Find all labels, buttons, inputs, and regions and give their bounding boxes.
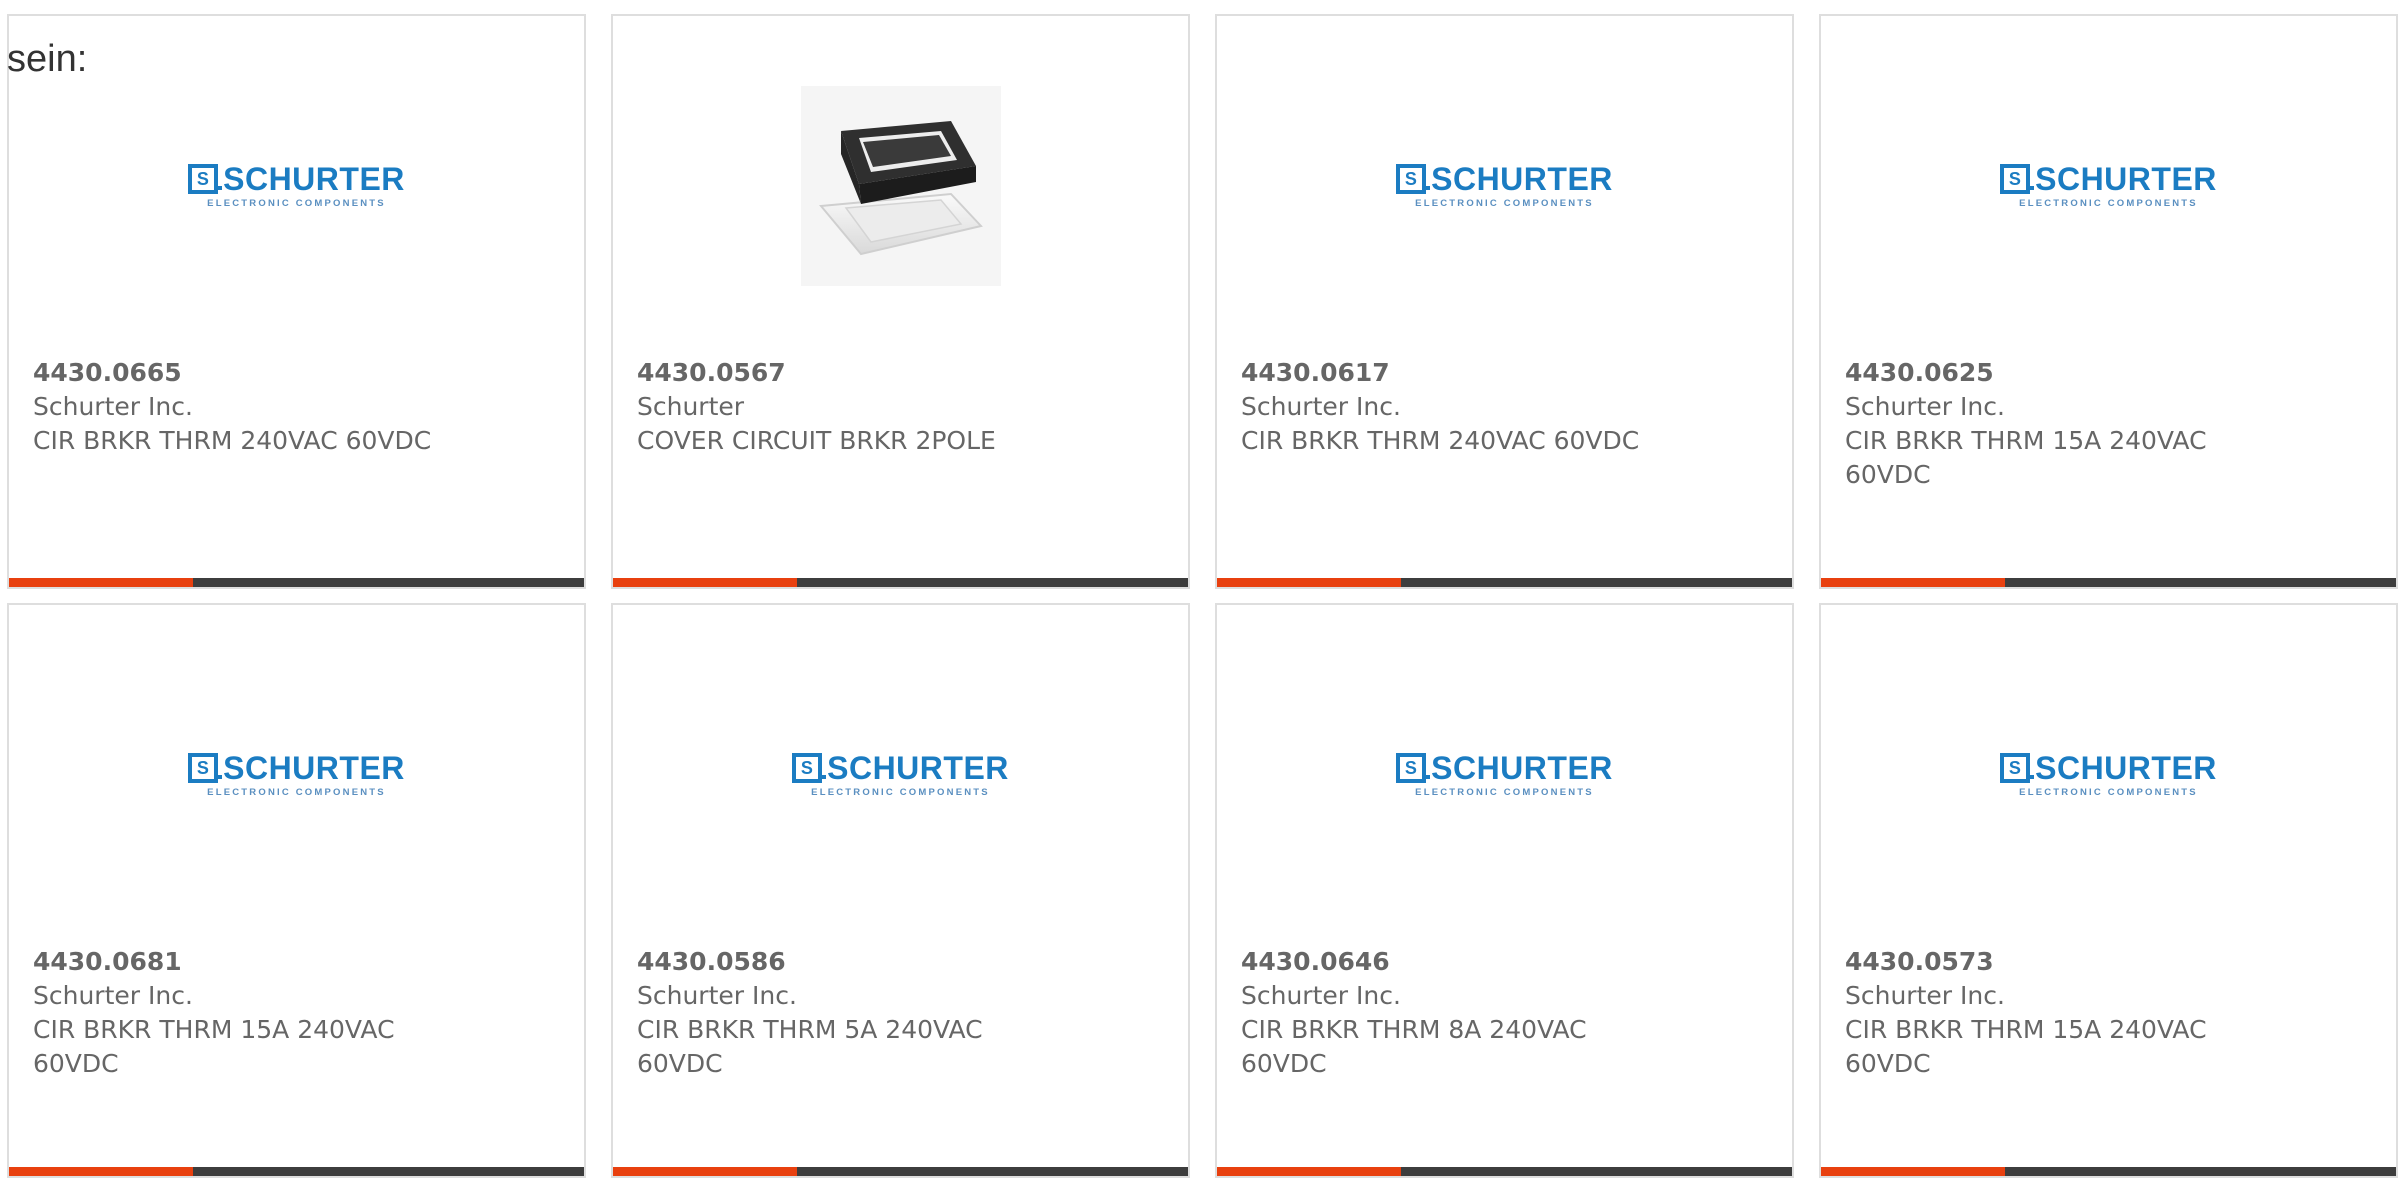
card-progress-bar [613, 578, 1188, 587]
card-progress-fill [613, 578, 797, 587]
card-progress-fill [1217, 578, 1401, 587]
schurter-mark-icon: S [1396, 164, 1431, 194]
product-description: CIR BRKR THRM 15A 240VAC 60VDC [1845, 1015, 2207, 1078]
logo-tagline: ELECTRONIC COMPONENTS [207, 787, 386, 798]
schurter-logo: S SCHURTER ELECTRONIC COMPONENTS [2000, 752, 2217, 798]
circuit-breaker-cover-photo [800, 86, 1001, 286]
part-number-link[interactable]: 4430.0567 [637, 356, 1068, 390]
logo-tagline: ELECTRONIC COMPONENTS [1415, 198, 1594, 209]
product-info: 4430.0617 Schurter Inc. CIR BRKR THRM 24… [1241, 356, 1672, 458]
schurter-mark-icon: S [1396, 753, 1431, 783]
card-progress-fill [1821, 1167, 2005, 1176]
product-description: CIR BRKR THRM 240VAC 60VDC [33, 426, 432, 455]
card-progress-bar [9, 578, 584, 587]
manufacturer: Schurter Inc. [1241, 981, 1401, 1010]
product-card[interactable]: S SCHURTER ELECTRONIC COMPONENTS 4430.06… [7, 603, 586, 1178]
part-number-link[interactable]: 4430.0617 [1241, 356, 1672, 390]
schurter-logo: S SCHURTER ELECTRONIC COMPONENTS [792, 752, 1009, 798]
schurter-mark-icon: S [2000, 753, 2035, 783]
product-info: 4430.0567 Schurter COVER CIRCUIT BRKR 2P… [637, 356, 1068, 458]
product-card[interactable]: S SCHURTER ELECTRONIC COMPONENTS 4430.06… [1215, 14, 1794, 589]
logo-brand: SCHURTER [2035, 750, 2217, 786]
part-number-link[interactable]: 4430.0665 [33, 356, 464, 390]
card-progress-fill [613, 1167, 797, 1176]
logo-tagline: ELECTRONIC COMPONENTS [2019, 787, 2198, 798]
product-image[interactable]: S SCHURTER ELECTRONIC COMPONENTS [613, 665, 1188, 885]
product-card[interactable]: S SCHURTER ELECTRONIC COMPONENTS 4430.06… [7, 14, 586, 589]
product-card[interactable]: S SCHURTER ELECTRONIC COMPONENTS 4430.06… [1819, 14, 2398, 589]
product-image[interactable]: S SCHURTER ELECTRONIC COMPONENTS [1217, 76, 1792, 296]
product-card[interactable]: S SCHURTER ELECTRONIC COMPONENTS 4430.05… [1819, 603, 2398, 1178]
product-image[interactable]: S SCHURTER ELECTRONIC COMPONENTS [9, 665, 584, 885]
manufacturer: Schurter Inc. [33, 392, 193, 421]
product-description: COVER CIRCUIT BRKR 2POLE [637, 426, 996, 455]
product-description: CIR BRKR THRM 15A 240VAC 60VDC [33, 1015, 395, 1078]
part-number-link[interactable]: 4430.0681 [33, 945, 464, 979]
logo-tagline: ELECTRONIC COMPONENTS [207, 198, 386, 209]
manufacturer: Schurter Inc. [1845, 392, 2005, 421]
part-number-link[interactable]: 4430.0625 [1845, 356, 2276, 390]
card-progress-bar [613, 1167, 1188, 1176]
product-info: 4430.0573 Schurter Inc. CIR BRKR THRM 15… [1845, 945, 2276, 1081]
schurter-mark-icon: S [188, 753, 223, 783]
product-info: 4430.0646 Schurter Inc. CIR BRKR THRM 8A… [1241, 945, 1672, 1081]
product-info: 4430.0586 Schurter Inc. CIR BRKR THRM 5A… [637, 945, 1068, 1081]
logo-brand: SCHURTER [223, 161, 405, 197]
product-info: 4430.0625 Schurter Inc. CIR BRKR THRM 15… [1845, 356, 2276, 492]
product-info: 4430.0665 Schurter Inc. CIR BRKR THRM 24… [33, 356, 464, 458]
product-description: CIR BRKR THRM 240VAC 60VDC [1241, 426, 1640, 455]
schurter-logo: S SCHURTER ELECTRONIC COMPONENTS [188, 163, 405, 209]
schurter-mark-icon: S [792, 753, 827, 783]
product-image[interactable]: S SCHURTER ELECTRONIC COMPONENTS [1217, 665, 1792, 885]
manufacturer: Schurter [637, 392, 745, 421]
schurter-logo: S SCHURTER ELECTRONIC COMPONENTS [2000, 163, 2217, 209]
logo-brand: SCHURTER [1431, 750, 1613, 786]
product-image[interactable]: S SCHURTER ELECTRONIC COMPONENTS [9, 76, 584, 296]
card-progress-fill [9, 578, 193, 587]
card-progress-fill [1821, 578, 2005, 587]
schurter-logo: S SCHURTER ELECTRONIC COMPONENTS [188, 752, 405, 798]
schurter-logo: S SCHURTER ELECTRONIC COMPONENTS [1396, 163, 1613, 209]
card-progress-bar [9, 1167, 584, 1176]
card-progress-bar [1821, 578, 2396, 587]
manufacturer: Schurter Inc. [33, 981, 193, 1010]
manufacturer: Schurter Inc. [637, 981, 797, 1010]
product-info: 4430.0681 Schurter Inc. CIR BRKR THRM 15… [33, 945, 464, 1081]
card-progress-bar [1217, 578, 1792, 587]
product-image[interactable]: S SCHURTER ELECTRONIC COMPONENTS [1821, 665, 2396, 885]
product-card[interactable]: S SCHURTER ELECTRONIC COMPONENTS 4430.06… [1215, 603, 1794, 1178]
card-progress-fill [1217, 1167, 1401, 1176]
product-grid: S SCHURTER ELECTRONIC COMPONENTS 4430.06… [7, 14, 2398, 1178]
part-number-link[interactable]: 4430.0646 [1241, 945, 1672, 979]
breaker-cover-icon [818, 121, 983, 256]
card-progress-fill [9, 1167, 193, 1176]
part-number-link[interactable]: 4430.0573 [1845, 945, 2276, 979]
schurter-mark-icon: S [188, 164, 223, 194]
intro-text: sein: [7, 38, 88, 80]
logo-brand: SCHURTER [827, 750, 1009, 786]
card-progress-bar [1821, 1167, 2396, 1176]
schurter-mark-icon: S [2000, 164, 2035, 194]
product-card[interactable]: 4430.0567 Schurter COVER CIRCUIT BRKR 2P… [611, 14, 1190, 589]
logo-tagline: ELECTRONIC COMPONENTS [811, 787, 990, 798]
schurter-logo: S SCHURTER ELECTRONIC COMPONENTS [1396, 752, 1613, 798]
part-number-link[interactable]: 4430.0586 [637, 945, 1068, 979]
card-progress-bar [1217, 1167, 1792, 1176]
product-description: CIR BRKR THRM 15A 240VAC 60VDC [1845, 426, 2207, 489]
product-image[interactable]: S SCHURTER ELECTRONIC COMPONENTS [1821, 76, 2396, 296]
logo-brand: SCHURTER [1431, 161, 1613, 197]
logo-tagline: ELECTRONIC COMPONENTS [2019, 198, 2198, 209]
logo-brand: SCHURTER [223, 750, 405, 786]
product-image[interactable] [613, 76, 1188, 296]
manufacturer: Schurter Inc. [1241, 392, 1401, 421]
product-description: CIR BRKR THRM 5A 240VAC 60VDC [637, 1015, 983, 1078]
logo-brand: SCHURTER [2035, 161, 2217, 197]
product-card[interactable]: S SCHURTER ELECTRONIC COMPONENTS 4430.05… [611, 603, 1190, 1178]
logo-tagline: ELECTRONIC COMPONENTS [1415, 787, 1594, 798]
product-description: CIR BRKR THRM 8A 240VAC 60VDC [1241, 1015, 1587, 1078]
manufacturer: Schurter Inc. [1845, 981, 2005, 1010]
